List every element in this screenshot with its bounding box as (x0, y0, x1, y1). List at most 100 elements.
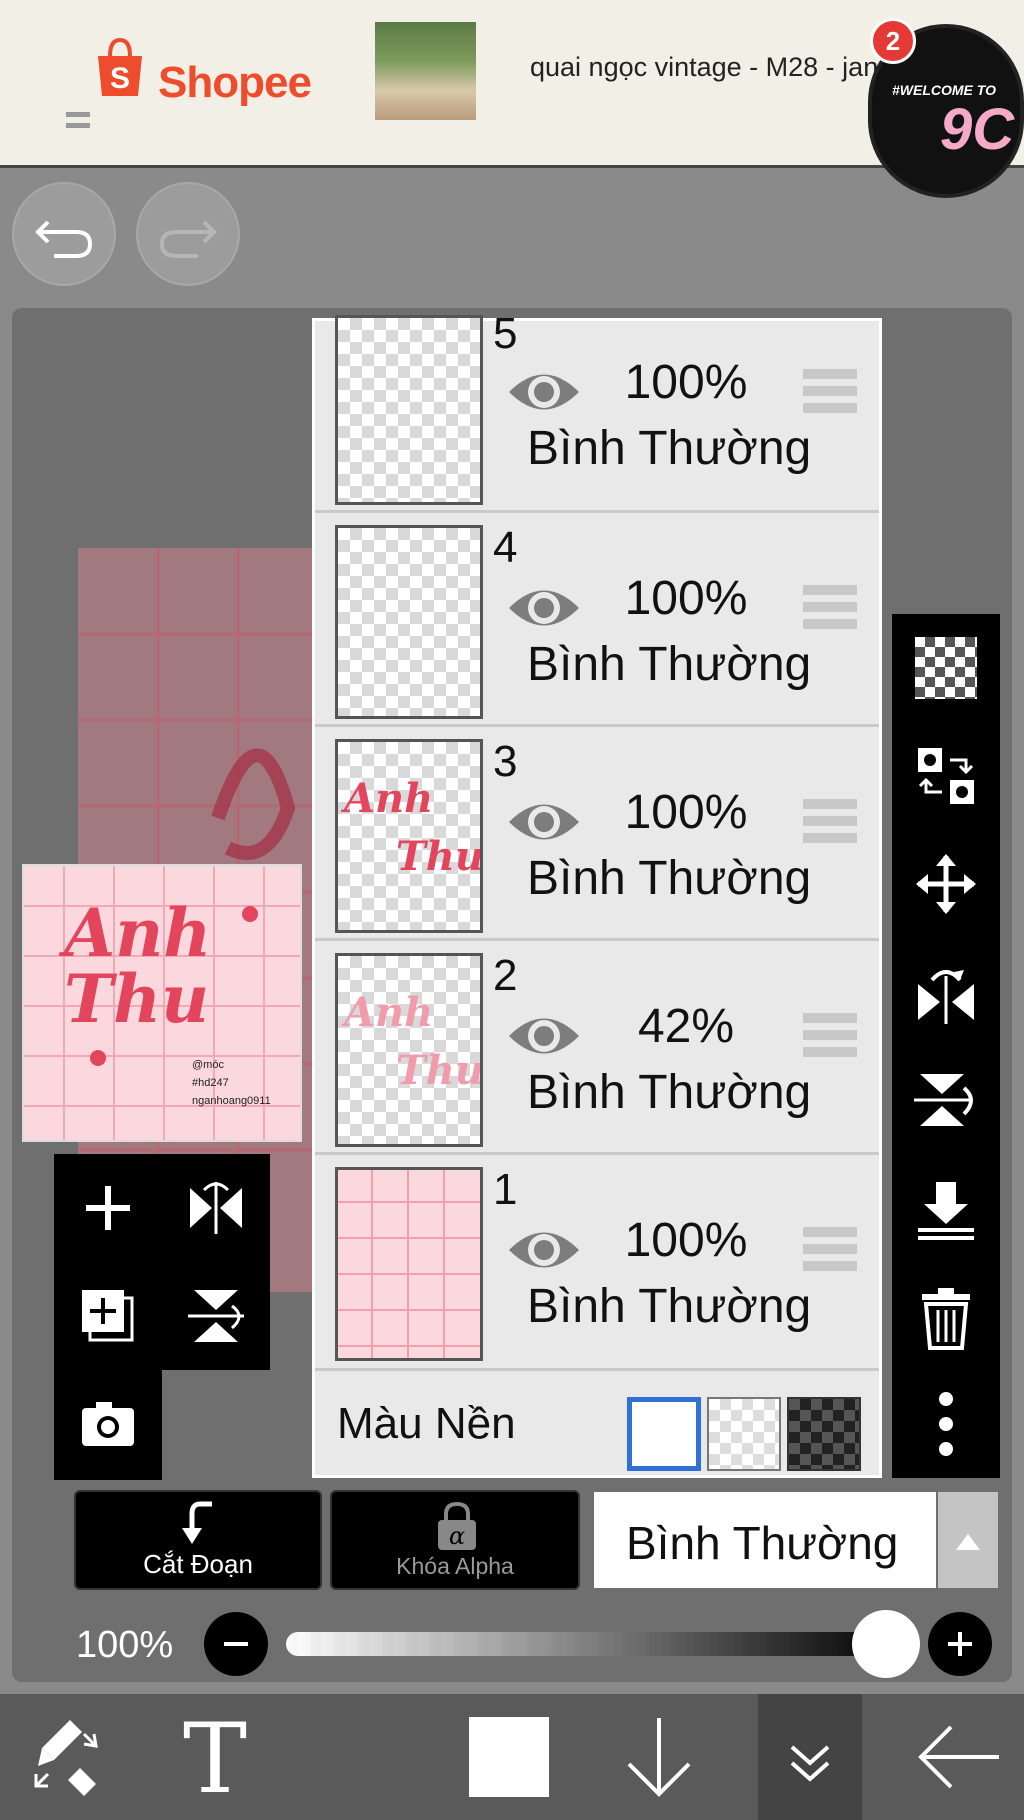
layer-thumbnail (335, 525, 483, 719)
lock-icon: α (438, 1501, 476, 1550)
transparency-button[interactable] (892, 618, 1000, 718)
flip-vertical-button[interactable] (892, 1050, 1000, 1150)
layer-opacity: 100% (624, 1214, 748, 1267)
opacity-slider[interactable] (286, 1632, 896, 1656)
eye-icon[interactable] (505, 795, 583, 849)
text-icon: T (183, 1712, 247, 1802)
layer-down-button[interactable] (604, 1694, 714, 1820)
trash-icon (922, 1288, 970, 1350)
clipping-button[interactable]: Cắt Đoạn (74, 1490, 322, 1590)
layer-thumbnail: Anh Thu (335, 953, 484, 1147)
svg-text:Thu: Thu (396, 833, 480, 880)
clip-arrow-icon (182, 1501, 212, 1544)
layer-opacity: 100% (624, 356, 748, 409)
back-button[interactable] (900, 1694, 1020, 1820)
bg-white-swatch[interactable] (627, 1397, 701, 1471)
move-button[interactable] (892, 834, 1000, 934)
eye-icon[interactable] (505, 581, 583, 635)
layer-blend-mode: Bình Thường (527, 422, 812, 475)
layer-thumbnail: Anh Thu (335, 739, 484, 933)
redo-button[interactable] (136, 182, 240, 286)
opacity-value: 100% (76, 1624, 174, 1666)
layer-number: 2 (493, 951, 518, 1000)
svg-text:S: S (110, 62, 130, 95)
brush-eraser-tool[interactable] (10, 1694, 120, 1820)
clipping-label: Cắt Đoạn (143, 1549, 253, 1579)
eye-icon[interactable] (505, 1223, 583, 1277)
shopee-brand: Shopee (158, 58, 312, 107)
add-layer-button[interactable] (68, 1168, 148, 1248)
eye-icon[interactable] (505, 365, 583, 419)
layer-blend-mode: Bình Thường (527, 852, 812, 905)
delete-layer-button[interactable] (892, 1268, 1000, 1368)
arrow-down-icon (627, 1718, 691, 1797)
menu-icon[interactable] (66, 112, 90, 128)
product-image (375, 22, 476, 120)
opacity-increase-button[interactable] (928, 1612, 992, 1676)
opacity-decrease-button[interactable] (204, 1612, 268, 1676)
flip-horizontal-icon (190, 1182, 242, 1234)
blend-mode-dropdown-button[interactable] (938, 1492, 998, 1588)
flip-horizontal-button[interactable] (892, 944, 1000, 1044)
svg-text:Thu: Thu (396, 1047, 480, 1094)
merge-down-icon (918, 1182, 974, 1240)
alpha-lock-button[interactable]: α Khóa Alpha (330, 1490, 580, 1590)
layer-2-row[interactable]: Anh Thu 2 42% Bình Thường (315, 941, 879, 1155)
drag-handle-icon[interactable] (803, 369, 857, 413)
layer-thumbnail (335, 315, 483, 505)
more-vertical-icon (939, 1392, 953, 1456)
undo-button[interactable] (12, 182, 116, 286)
more-options-button[interactable] (892, 1374, 1000, 1474)
drag-handle-icon[interactable] (803, 1227, 857, 1271)
flip-vertical-icon (914, 1074, 973, 1126)
thumbnail-caption: @móc #hd247 nganhoang0911 (192, 1059, 271, 1107)
layer-number: 1 (493, 1165, 518, 1214)
camera-import-button[interactable] (68, 1384, 148, 1464)
text-tool[interactable]: T (160, 1694, 270, 1820)
merge-down-button[interactable] (892, 1160, 1000, 1260)
swap-icon (918, 748, 974, 804)
flip-horizontal-icon (918, 970, 974, 1024)
flip-layer-h-button[interactable] (176, 1168, 256, 1248)
svg-text:Anh: Anh (340, 775, 433, 822)
drag-handle-icon[interactable] (803, 585, 857, 629)
swap-layer-button[interactable] (892, 726, 1000, 826)
brush-eraser-icon (34, 1720, 98, 1796)
checker-icon (915, 637, 977, 699)
camera-icon (82, 1402, 134, 1446)
add-copy-icon (82, 1290, 134, 1342)
plus-icon (86, 1186, 130, 1230)
layer-number: 4 (493, 523, 518, 572)
layer-3-row[interactable]: Anh Thu 3 100% Bình Thường (315, 727, 879, 941)
drag-handle-icon[interactable] (803, 799, 857, 843)
layer-5-row[interactable]: 5 100% Bình Thường (315, 309, 879, 513)
bg-transparent-light-swatch[interactable] (707, 1397, 781, 1471)
opacity-slider-handle[interactable] (852, 1610, 920, 1678)
svg-text:T: T (183, 1712, 247, 1802)
undo-icon (35, 220, 93, 258)
alpha-lock-label: Khóa Alpha (396, 1553, 514, 1579)
shopee-bag-icon: S (98, 38, 142, 96)
collapse-panel-button[interactable] (758, 1694, 862, 1820)
color-picker-button[interactable] (454, 1694, 564, 1820)
layer-thumbnail (335, 1167, 483, 1361)
bg-transparent-dark-swatch[interactable] (787, 1397, 861, 1471)
layer-opacity: 42% (637, 1000, 735, 1053)
bubble-9c-text: 9C (940, 97, 1015, 162)
thumbnail-lettering: Anh Thu (64, 894, 212, 1038)
layer-1-row[interactable]: 1 100% Bình Thường (315, 1155, 879, 1371)
blend-mode-value: Bình Thường (626, 1517, 899, 1569)
svg-text:α: α (449, 1522, 465, 1550)
eye-icon[interactable] (505, 1009, 583, 1063)
background-color-label: Màu Nền (337, 1399, 516, 1448)
current-color-swatch (469, 1717, 549, 1797)
layer-opacity: 100% (624, 572, 748, 625)
move-icon (916, 854, 976, 914)
flip-layer-v-button[interactable] (176, 1276, 256, 1356)
layers-panel: 5 100% Bình Thường 4 100% Bình Thường An… (312, 309, 882, 1478)
arrow-left-icon (918, 1725, 999, 1789)
drag-handle-icon[interactable] (803, 1013, 857, 1057)
layer-4-row[interactable]: 4 100% Bình Thường (315, 513, 879, 727)
flip-vertical-icon (188, 1290, 244, 1342)
duplicate-layer-button[interactable] (68, 1276, 148, 1356)
